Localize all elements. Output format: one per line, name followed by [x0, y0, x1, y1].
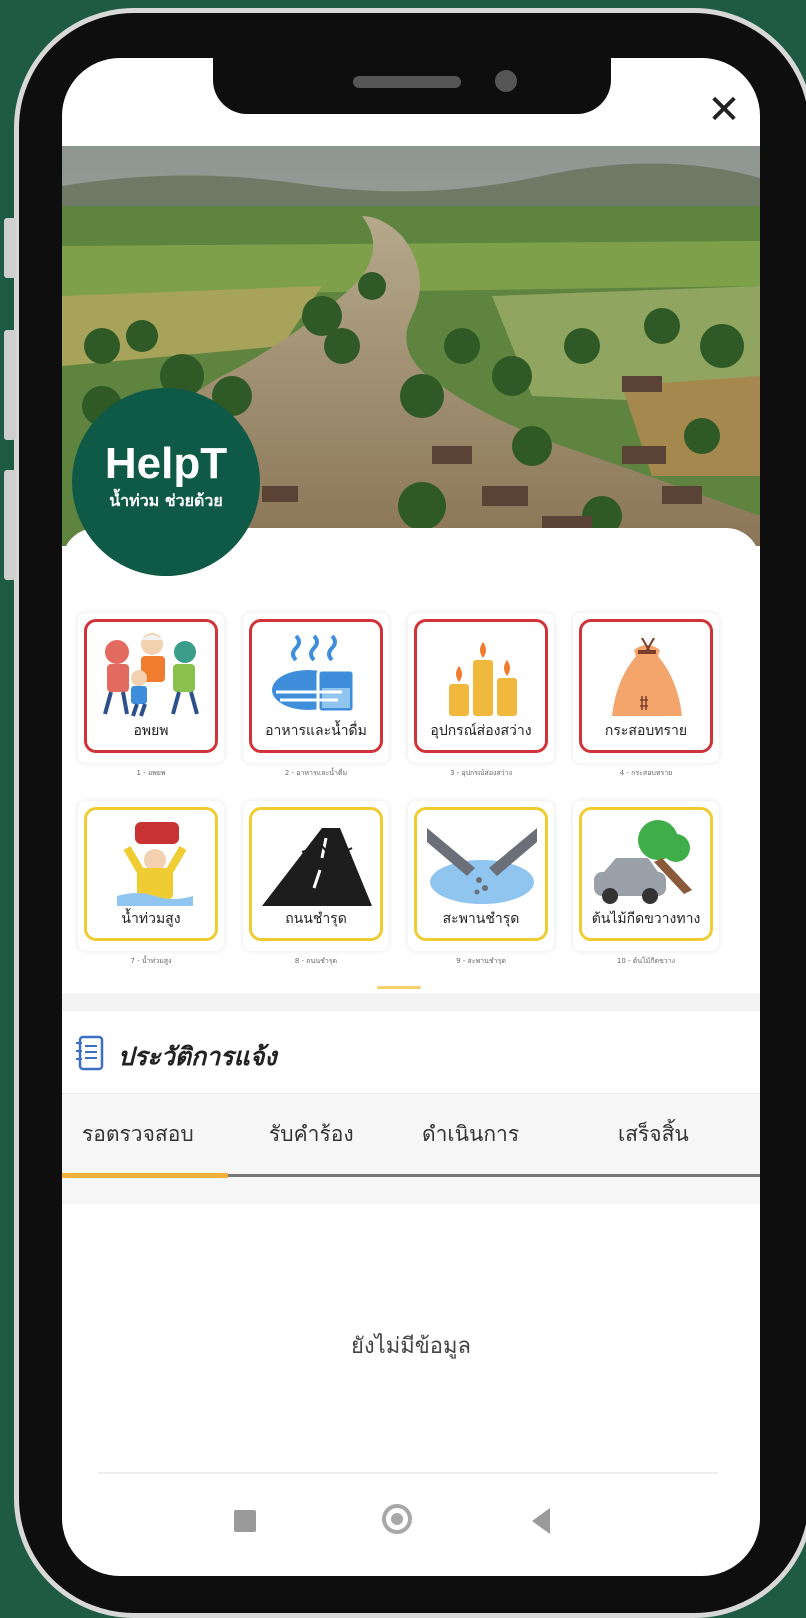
tile-label: น้ำท่วมสูง [121, 911, 181, 927]
tile-label: ถนนชำรุด [285, 911, 347, 927]
tile-caption: 8 - ถนนชำรุด [294, 957, 338, 965]
sandbag-icon [612, 637, 682, 716]
tile-caption: 7 - น้ำท่วมสูง [130, 957, 172, 965]
back-icon[interactable] [532, 1508, 550, 1534]
home-icon[interactable] [382, 1504, 412, 1534]
evacuation-icon [103, 633, 199, 717]
tile-frame: สะพานชำรุด [414, 807, 548, 941]
app-screen: ✕ HelpT น้ำท่วม ช่วยด้วย อพยพ อาหารและน้… [62, 58, 760, 1576]
history-header: ประวัติการแจ้ง [62, 1013, 760, 1094]
tile-frame: อพยพ [84, 619, 218, 753]
tile-frame: กระสอบทราย [579, 619, 713, 753]
camera [495, 70, 517, 92]
category-tile-sandbag[interactable]: กระสอบทราย [573, 613, 719, 763]
empty-state-text: ยังไม่มีข้อมูล [351, 1334, 471, 1359]
food-water-icon [272, 634, 356, 714]
speaker [353, 76, 461, 88]
recent-apps-icon[interactable] [234, 1510, 256, 1532]
category-tile-fallen-tree[interactable]: ต้นไม้กีดขวางทาง [573, 801, 719, 951]
category-tile-damaged-bridge[interactable]: สะพานชำรุด [408, 801, 554, 951]
history-title: ประวัติการแจ้ง [118, 1042, 277, 1071]
tile-frame: ต้นไม้กีดขวางทาง [579, 807, 713, 941]
tile-frame: อุปกรณ์ส่องสว่าง [414, 619, 548, 753]
tab-in-progress[interactable]: ดำเนินการ [422, 1118, 519, 1151]
category-tile-damaged-road[interactable]: ถนนชำรุด [243, 801, 389, 951]
volume-button [4, 218, 16, 278]
helpt-logo: HelpT น้ำท่วม ช่วยด้วย [72, 388, 260, 576]
tile-frame: น้ำท่วมสูง [84, 807, 218, 941]
tile-caption: 3 - อุปกรณ์ส่องสว่าง [449, 769, 512, 777]
volume-button [4, 330, 16, 440]
tile-caption: 10 - ต้นไม้กีดขวาง [616, 957, 676, 965]
tile-caption: 9 - สะพานชำรุด [456, 957, 506, 965]
tile-label: อพยพ [133, 723, 169, 739]
category-tile-food-water[interactable]: อาหารและน้ำดื่ม [243, 613, 389, 763]
tile-caption: 1 - อพยพ [136, 769, 166, 777]
close-icon[interactable]: ✕ [704, 90, 744, 130]
active-tab-indicator [62, 1173, 228, 1178]
tile-label: อุปกรณ์ส่องสว่าง [430, 723, 532, 739]
divider [98, 1472, 718, 1474]
section-divider [62, 993, 760, 1011]
tile-label: ต้นไม้กีดขวางทาง [591, 911, 701, 927]
tile-label: อาหารและน้ำดื่ม [265, 723, 367, 739]
tile-frame: อาหารและน้ำดื่ม [249, 619, 383, 753]
candles-icon [449, 642, 517, 716]
brand-title: HelpT [104, 439, 228, 488]
tile-label: กระสอบทราย [604, 723, 688, 739]
notebook-icon [76, 1035, 104, 1071]
brand-subtitle: น้ำท่วม ช่วยด้วย [109, 491, 223, 510]
tile-caption: 2 - อาหารและน้ำดื่ม [284, 769, 348, 777]
tab-accepted[interactable]: รับคำร้อง [269, 1118, 354, 1151]
category-tile-evacuate[interactable]: อพยพ [78, 613, 224, 763]
tile-label: สะพานชำรุด [442, 911, 520, 927]
category-tile-lighting[interactable]: อุปกรณ์ส่องสว่าง [408, 613, 554, 763]
fallen-tree-icon [594, 820, 692, 904]
tab-completed[interactable]: เสร็จสิ้น [618, 1118, 689, 1151]
tile-frame: ถนนชำรุด [249, 807, 383, 941]
high-flood-icon [117, 822, 193, 906]
damaged-road-icon [262, 828, 372, 906]
phone-notch [213, 58, 611, 114]
carousel-indicator [377, 986, 421, 989]
category-tile-high-flood[interactable]: น้ำท่วมสูง [78, 801, 224, 951]
tile-caption: 4 - กระสอบทราย [619, 769, 673, 777]
tab-pending[interactable]: รอตรวจสอบ [82, 1118, 194, 1151]
power-button [4, 470, 16, 580]
damaged-bridge-icon [427, 828, 537, 904]
